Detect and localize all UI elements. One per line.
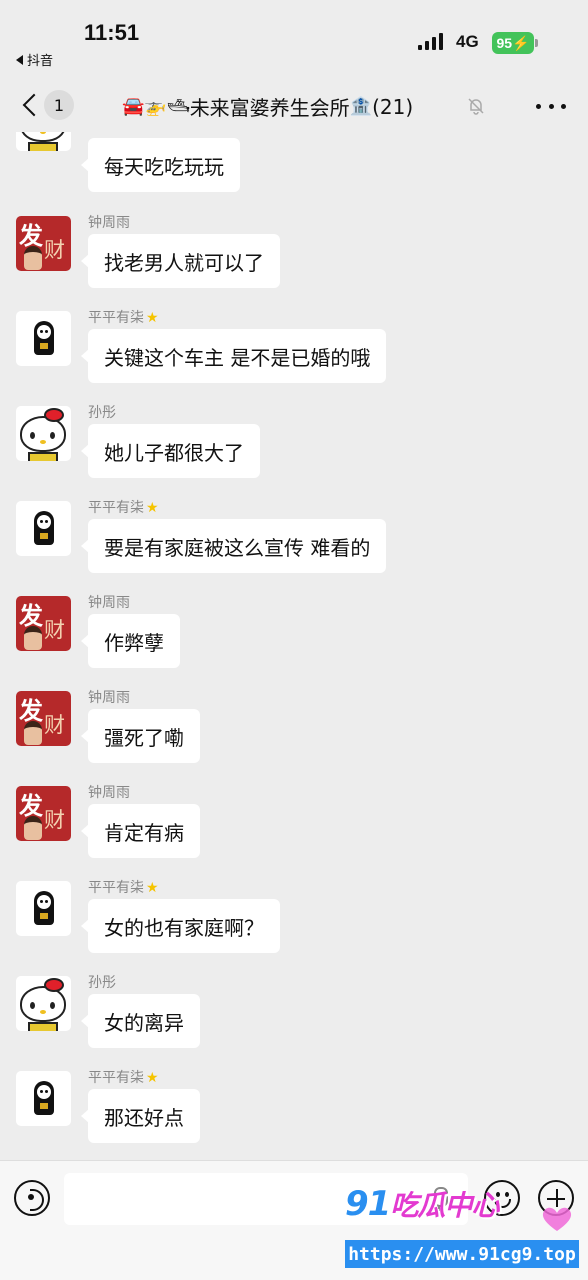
back-to-app-link[interactable]: 抖音 (16, 50, 53, 69)
avatar-kitty[interactable] (16, 406, 71, 461)
sender-name: 孙彤 (88, 975, 116, 991)
clock: 11:51 (84, 20, 140, 45)
dot-icon (536, 103, 541, 109)
message-bubble[interactable]: 作弊孽 (81, 614, 180, 668)
sender-name: 钟周雨 (88, 595, 130, 611)
star-icon: ★ (146, 500, 159, 516)
status-bar: 11:51 抖音 4G 95 ⚡ (0, 0, 588, 80)
avatar-fa-cai[interactable]: 发财 (16, 691, 71, 746)
sender-name: 平平有柒 ★ (88, 310, 159, 326)
watermark-url: https://www.91cg9.top (345, 1240, 579, 1268)
message-bubble[interactable]: 女的也有家庭啊？ (81, 899, 280, 953)
voice-input-button[interactable] (14, 1180, 50, 1216)
back-button[interactable] (20, 92, 40, 120)
star-icon: ★ (146, 310, 159, 326)
back-triangle-icon (16, 54, 23, 65)
message-bubble[interactable]: 她儿子都很大了 (81, 424, 260, 478)
avatar-fa-cai[interactable]: 发财 (16, 216, 71, 271)
sender-name: 钟周雨 (88, 785, 130, 801)
battery-level: 95 (496, 35, 513, 51)
star-icon: ★ (146, 880, 159, 896)
avatar-kitty[interactable] (16, 132, 71, 151)
sender-name: 平平有柒 ★ (88, 880, 159, 896)
more-options-button[interactable] (536, 94, 566, 118)
sender-name: 钟周雨 (88, 690, 130, 706)
heart-icon (542, 1207, 572, 1231)
sender-name: 孙彤 (88, 405, 116, 421)
sender-name: 平平有柒 ★ (88, 500, 159, 516)
avatar-kitty[interactable] (16, 976, 71, 1031)
message-bubble[interactable]: 彊死了嘞 (81, 709, 200, 763)
signal-icon (418, 33, 443, 50)
back-app-label: 抖音 (27, 54, 54, 69)
bank-emoji: 🏦 (349, 96, 373, 117)
network-type: 4G (456, 32, 479, 51)
message-bubble[interactable]: 关键这个车主 是不是已婚的哦 (80, 329, 387, 383)
message-bubble[interactable]: 每天吃吃玩玩 (81, 138, 240, 192)
star-icon: ★ (146, 1070, 159, 1086)
member-count: (21) (372, 94, 414, 119)
battery-icon: 95 ⚡ (492, 32, 538, 54)
chat-title[interactable]: 🚘🚁🛥 未来富婆养生会所 🏦 (21) (122, 92, 413, 121)
message-bubble[interactable]: 那还好点 (81, 1089, 200, 1143)
mute-bell-icon (468, 98, 484, 115)
avatar-ghost[interactable] (16, 501, 71, 556)
avatar-ghost[interactable] (16, 881, 71, 936)
dot-icon (548, 103, 554, 109)
dot-icon (561, 103, 566, 109)
message-bubble[interactable]: 要是有家庭被这么宣传 难看的 (80, 519, 387, 573)
message-bubble[interactable]: 女的离异 (81, 994, 200, 1048)
avatar-ghost[interactable] (16, 1071, 71, 1126)
group-name: 未来富婆养生会所 (189, 96, 350, 120)
message-bubble[interactable]: 找老男人就可以了 (81, 234, 280, 288)
chat-header: 1 🚘🚁🛥 未来富婆养生会所 🏦 (21) (0, 80, 588, 132)
watermark-logo: 91吃瓜中心 (345, 1184, 499, 1224)
title-emoji: 🚘🚁🛥 (122, 96, 190, 117)
sender-name: 平平有柒 ★ (88, 1070, 159, 1086)
sender-name: 钟周雨 (88, 215, 130, 231)
avatar-fa-cai[interactable]: 发财 (16, 786, 71, 841)
unread-count-badge[interactable]: 1 (44, 90, 74, 120)
avatar-fa-cai[interactable]: 发财 (16, 596, 71, 651)
message-list[interactable]: 每天吃吃玩玩 发财 钟周雨 找老男人就可以了 平平有柒 ★ 关键这个车主 是不是已… (0, 132, 588, 1160)
message-bubble[interactable]: 肯定有病 (81, 804, 200, 858)
avatar-ghost[interactable] (16, 311, 71, 366)
